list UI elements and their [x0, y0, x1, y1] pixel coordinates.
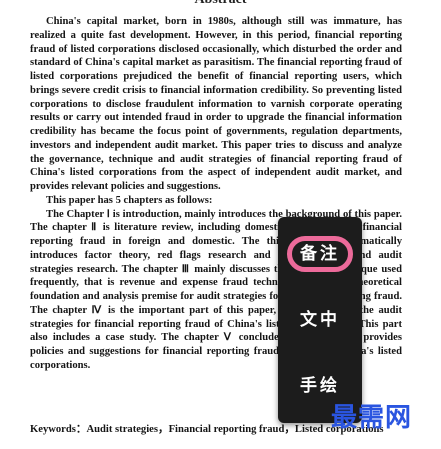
highlight-circle — [287, 236, 353, 272]
abstract-heading: Abstract — [0, 0, 441, 8]
abstract-paragraph-2: This paper has 5 chapters as follows: — [46, 194, 213, 206]
menu-item-text[interactable]: 文中 — [278, 297, 362, 337]
document-page: Abstract China's capital market, born in… — [0, 0, 441, 449]
abstract-paragraph-1: China's capital market, born in 1980s, a… — [30, 16, 402, 192]
site-watermark: 最需网 — [331, 403, 413, 433]
